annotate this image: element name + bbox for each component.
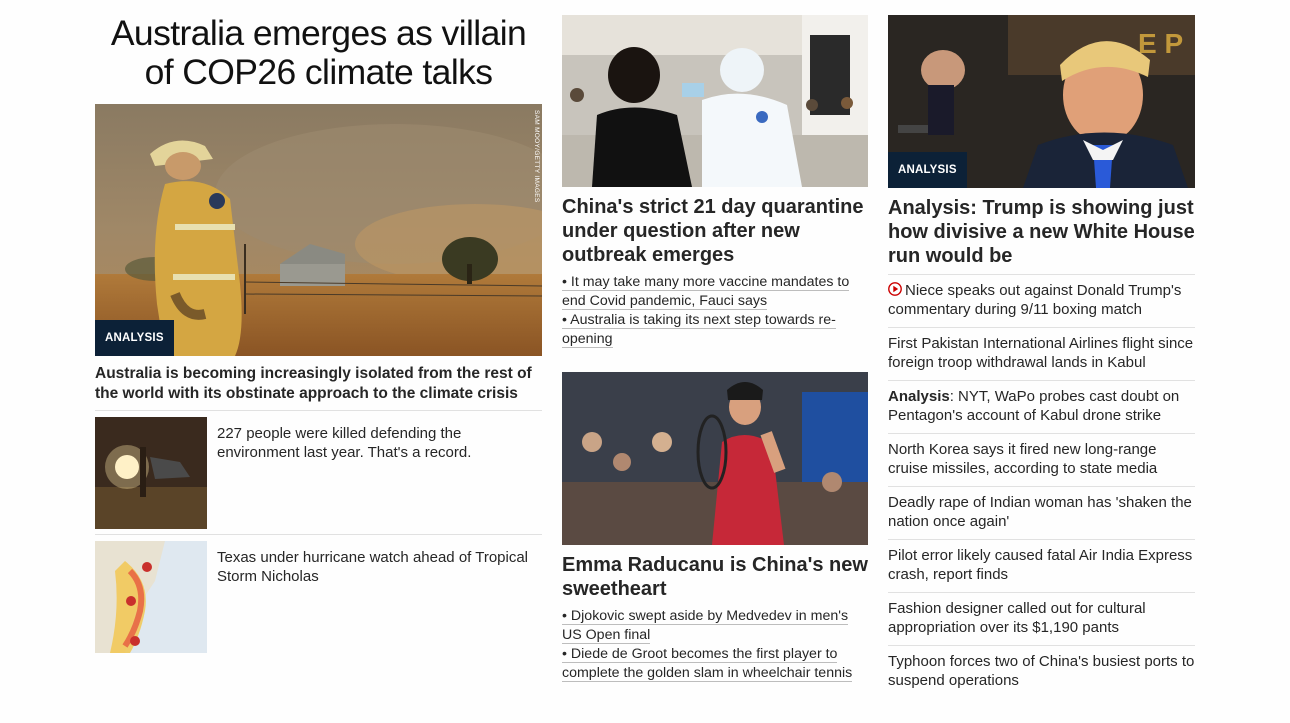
list-item[interactable]: 227 people were killed defending the env…: [95, 411, 542, 535]
card-text[interactable]: Texas under hurricane watch ahead of Tro…: [217, 548, 542, 653]
list-item[interactable]: Deadly rape of Indian woman has 'shaken …: [888, 486, 1195, 539]
lead-headline[interactable]: Australia emerges as villain of COP26 cl…: [95, 14, 542, 91]
list-item[interactable]: Typhoon forces two of China's busiest po…: [888, 645, 1195, 698]
story-headline[interactable]: China's strict 21 day quarantine under q…: [562, 195, 868, 267]
svg-text:E P: E P: [1138, 28, 1183, 59]
photo-credit: SAM MOOY/GETTY IMAGES: [533, 110, 540, 203]
bullet-link[interactable]: • It may take many more vaccine mandates…: [562, 273, 868, 311]
analysis-badge: ANALYSIS: [888, 152, 967, 188]
list-item[interactable]: North Korea says it fired new long-range…: [888, 433, 1195, 486]
middle-stories: China's strict 21 day quarantine under q…: [562, 0, 868, 683]
list-item[interactable]: Analysis: NYT, WaPo probes cast doubt on…: [888, 380, 1195, 433]
thumbnail-hurricane-map[interactable]: [95, 541, 207, 653]
card-text[interactable]: 227 people were killed defending the env…: [217, 424, 542, 529]
list-item[interactable]: Niece speaks out against Donald Trump's …: [888, 274, 1195, 327]
list-item[interactable]: Fashion designer called out for cultural…: [888, 592, 1195, 645]
thumbnail-night-scene[interactable]: [95, 417, 207, 529]
story-image-covid-test[interactable]: [562, 15, 868, 187]
bullet-link[interactable]: • Diede de Groot becomes the first playe…: [562, 645, 868, 683]
hero-caption-link[interactable]: Australia is becoming increasingly isola…: [95, 364, 542, 411]
bullet-link[interactable]: • Australia is taking its next step towa…: [562, 311, 868, 349]
story-image-raducanu[interactable]: [562, 372, 868, 545]
play-circle-icon: [888, 282, 902, 296]
list-item[interactable]: Texas under hurricane watch ahead of Tro…: [95, 535, 542, 658]
list-item[interactable]: First Pakistan International Airlines fl…: [888, 327, 1195, 380]
story-headline[interactable]: Analysis: Trump is showing just how divi…: [888, 196, 1195, 268]
lead-story: Australia emerges as villain of COP26 cl…: [95, 0, 542, 658]
list-item[interactable]: Pilot error likely caused fatal Air Indi…: [888, 539, 1195, 592]
analysis-badge: ANALYSIS: [95, 320, 174, 356]
hero-image-firefighter[interactable]: SAM MOOY/GETTY IMAGES ANALYSIS: [95, 104, 542, 356]
story-headline[interactable]: Emma Raducanu is China's new sweetheart: [562, 553, 868, 601]
right-stories: E P ANALYSIS Analysis: Trump is showing …: [888, 0, 1195, 698]
story-image-trump[interactable]: E P ANALYSIS: [888, 15, 1195, 188]
headline-list: Niece speaks out against Donald Trump's …: [888, 274, 1195, 698]
bullet-link[interactable]: • Djokovic swept aside by Medvedev in me…: [562, 607, 868, 645]
